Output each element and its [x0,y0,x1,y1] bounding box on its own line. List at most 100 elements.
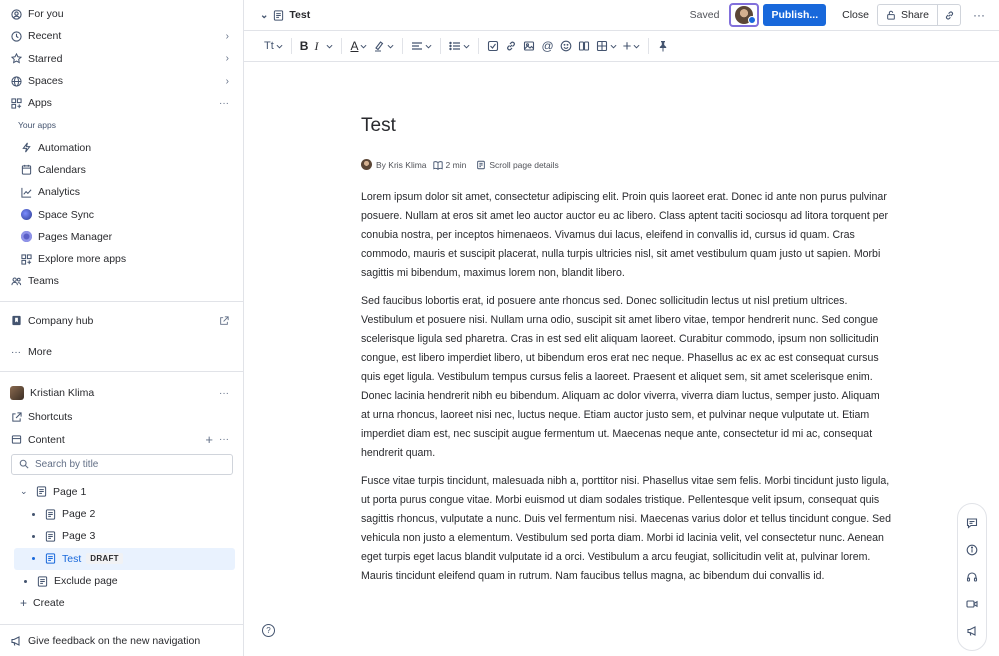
checkbox-icon[interactable] [484,35,502,57]
text-style-dropdown[interactable]: Tt [261,35,286,57]
sidebar-item-content[interactable]: Content + ··· [0,428,243,450]
chevron-down-icon [387,44,394,49]
bullet-icon [24,579,27,583]
tree-item-test[interactable]: Test DRAFT [14,547,235,570]
align-icon[interactable] [408,35,435,57]
collaborator-avatar[interactable] [729,3,760,27]
copy-link-button[interactable] [937,4,961,26]
text-style-label: Tt [264,40,274,52]
add-content-icon[interactable]: + [205,428,213,450]
divider [341,38,343,54]
tree-item-page-3[interactable]: Page 3 [0,525,243,547]
sidebar-item-automation[interactable]: Automation [0,136,243,158]
apps-icon [10,97,22,109]
paragraph-2[interactable]: Sed faucibus lobortis erat, id posuere a… [361,292,891,463]
paragraph-3[interactable]: Fusce vitae turpis tincidunt, malesuada … [361,472,891,586]
emoji-icon[interactable] [557,35,575,57]
search-input[interactable]: Search by title [11,453,233,475]
sidebar-item-for-you[interactable]: For you [0,3,243,25]
tree-item-exclude-page[interactable]: Exclude page [0,570,243,592]
more-icon[interactable]: ··· [219,428,229,450]
chevron-right-icon[interactable]: › [226,70,229,92]
sidebar-item-label: Company hub [28,314,94,327]
close-button[interactable]: Close [834,4,877,26]
chevron-down-icon[interactable]: ⌄ [260,10,268,21]
byline: By Kris Klima 2 min Scroll page details [361,159,891,170]
help-button[interactable]: ? [262,624,275,637]
external-link-icon[interactable] [219,310,229,332]
image-icon[interactable] [520,35,538,57]
page-title[interactable]: Test [361,115,891,137]
sidebar-item-calendars[interactable]: Calendars [0,159,243,181]
sidebar: For you Recent › Starred › Spaces › Apps… [0,0,244,656]
sidebar-item-apps[interactable]: Apps ··· [0,92,243,114]
sidebar-item-starred[interactable]: Starred › [0,48,243,70]
tree-item-label: Page 3 [62,530,96,543]
tree-item-page-1[interactable]: ⌄ Page 1 [0,481,243,503]
divider [290,38,292,54]
sidebar-item-company-hub[interactable]: Company hub [0,310,243,332]
plus-icon: + [20,596,28,611]
feedback-button[interactable]: Give feedback on the new navigation [0,624,243,656]
chevron-down-icon [610,44,617,49]
video-icon[interactable] [966,598,978,610]
space-name: Kristian Klima [30,387,95,400]
create-button[interactable]: + Create [0,592,243,614]
highlight-icon[interactable] [370,35,397,57]
document-body[interactable]: Test By Kris Klima 2 min Scroll page det… [361,100,891,586]
announcement-icon[interactable] [966,625,978,637]
space-header[interactable]: Kristian Klima ··· [0,380,243,406]
sidebar-item-space-sync[interactable]: Space Sync [0,203,243,225]
audio-icon[interactable] [966,571,978,583]
sidebar-item-analytics[interactable]: Analytics [0,181,243,203]
insert-plus-icon[interactable]: + [620,35,644,57]
page-icon [274,9,284,21]
sidebar-item-teams[interactable]: Teams [0,270,243,292]
link-icon[interactable] [502,35,520,57]
pin-icon[interactable] [654,35,672,57]
list-icon[interactable] [446,35,473,57]
sidebar-item-explore-apps[interactable]: Explore more apps [0,248,243,270]
bold-icon[interactable]: B [297,35,312,57]
more-icon[interactable]: ··· [219,380,229,406]
layout-icon[interactable] [575,35,593,57]
lightning-icon [20,142,32,154]
scroll-page-details-link[interactable]: Scroll page details [489,160,558,170]
table-icon[interactable] [593,35,620,57]
paragraph-1[interactable]: Lorem ipsum dolor sit amet, consectetur … [361,188,891,283]
sidebar-item-label: Recent [28,30,62,43]
publish-button[interactable]: Publish... [763,4,827,26]
sidebar-item-shortcuts[interactable]: Shortcuts [0,406,243,428]
link-icon [945,10,953,20]
text-color-icon[interactable]: A [347,35,370,57]
chevron-right-icon[interactable]: › [226,48,229,70]
mention-icon[interactable]: @ [538,35,556,57]
main-editor: ⌄ Test Saved Publish... Close Share ··· … [244,0,999,656]
share-button[interactable]: Share [876,4,937,26]
sidebar-item-spaces[interactable]: Spaces › [0,70,243,92]
sidebar-item-pages-manager[interactable]: Pages Manager [0,226,243,248]
company-hub-icon [10,315,22,327]
sidebar-item-more[interactable]: ··· More [0,341,243,363]
more-icon[interactable]: ··· [219,92,229,114]
edit-badge-icon [748,16,757,24]
tree-item-label: Page 1 [53,485,87,498]
more-format-dropdown[interactable] [321,35,336,57]
info-icon[interactable] [966,544,978,556]
chevron-down-icon[interactable]: ⌄ [20,486,32,497]
more-actions-icon[interactable]: ··· [969,8,989,22]
tree-item-label: Test [62,552,82,565]
sidebar-item-recent[interactable]: Recent › [0,25,243,47]
sidebar-item-label: Automation [38,141,92,154]
feedback-label: Give feedback on the new navigation [28,634,201,647]
author-avatar [361,159,372,170]
sidebar-item-label: Shortcuts [28,411,73,424]
comment-icon[interactable] [966,517,978,530]
chevron-right-icon[interactable]: › [226,25,229,47]
tree-item-page-2[interactable]: Page 2 [0,503,243,525]
italic-icon[interactable]: I [311,35,321,57]
page-breadcrumb[interactable]: ⌄ Test [260,9,310,21]
page-name: Test [289,9,311,21]
sidebar-item-label: Explore more apps [38,253,127,266]
people-icon [10,275,22,287]
